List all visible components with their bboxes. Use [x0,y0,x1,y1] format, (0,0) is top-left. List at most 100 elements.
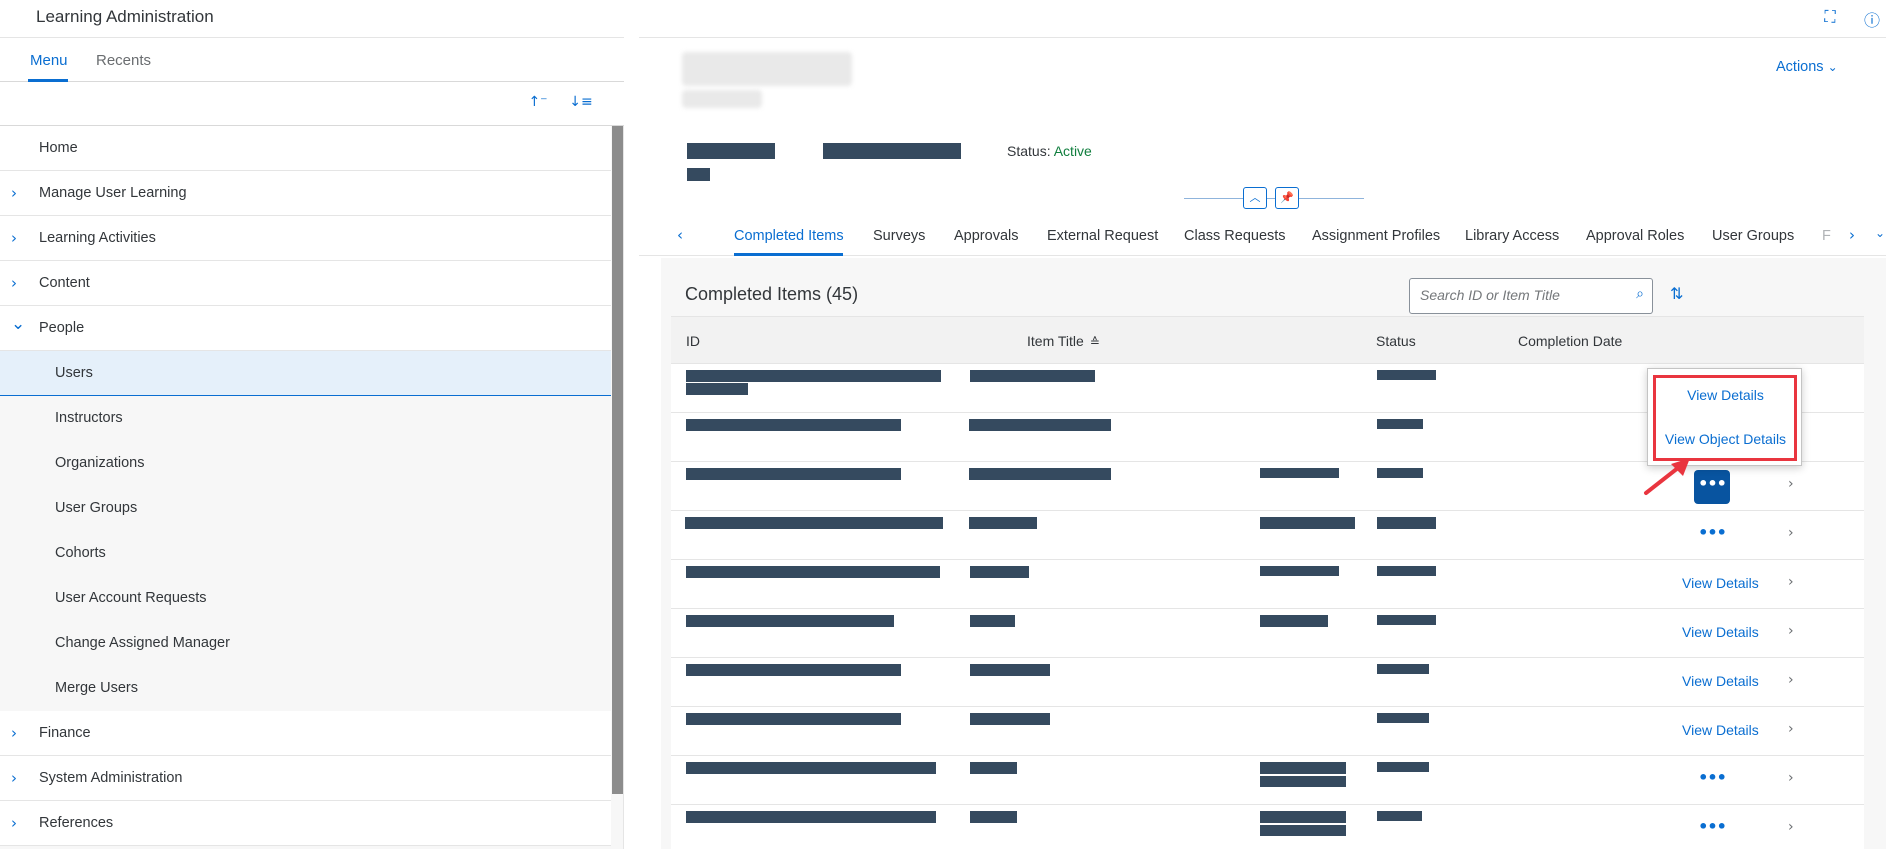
tab-f[interactable]: F [1822,228,1831,244]
tab-surveys[interactable]: Surveys [873,228,925,244]
tab-assignment-profiles[interactable]: Assignment Profiles [1312,228,1440,244]
column-header-item-title[interactable]: Item Title ≙ [1027,333,1100,349]
chevron-right-icon[interactable]: › [11,814,27,832]
redacted-cell [686,762,936,774]
tab-menu[interactable]: Menu [30,52,68,69]
pin-header-icon[interactable]: 📌 [1275,187,1299,209]
nav-item-content[interactable]: › Content [0,261,611,306]
row-actions-popover: View Details View Object Details [1647,368,1802,466]
view-details-menu-item[interactable]: View Details [1648,387,1803,403]
nav-item-label: Cohorts [55,545,106,561]
chevron-right-icon[interactable]: › [11,184,27,202]
menu-toolbar: ↑⁻ ↓≡ [0,82,624,126]
nav-item-label: Organizations [55,455,145,471]
column-header-id[interactable]: ID [686,333,700,349]
collapse-header-icon[interactable]: ︿ [1243,187,1267,209]
redacted-cell [686,468,901,480]
collapse-all-icon[interactable]: ↑⁻ [526,94,550,114]
nav-item-instructors[interactable]: Instructors [0,396,611,441]
search-field[interactable]: ⌕ [1409,278,1653,314]
tab-approval-roles[interactable]: Approval Roles [1586,228,1684,244]
nav-item-label: References [39,815,114,831]
tab-content: Completed Items (45) ⌕ ⇅ ID Item Title ≙ … [661,258,1886,849]
tab-recents[interactable]: Recents [96,52,151,69]
chevron-down-icon[interactable]: ⌄ [11,314,27,334]
tab-completed-items[interactable]: Completed Items [734,228,844,244]
more-actions-icon[interactable]: ••• [1694,764,1730,798]
redacted-cell [686,664,901,676]
nav-item-finance[interactable]: › Finance [0,711,611,756]
chevron-right-icon[interactable]: › [1788,623,1794,639]
tab-class-requests[interactable]: Class Requests [1184,228,1286,244]
search-input[interactable] [1420,287,1620,303]
actions-button[interactable]: Actions ⌄ [1776,59,1838,75]
chevron-right-icon[interactable]: › [11,769,27,787]
column-header-status[interactable]: Status [1376,333,1416,349]
chevron-right-icon[interactable]: › [11,724,27,742]
nav-item-references[interactable]: › References [0,801,611,846]
table-row[interactable]: View Details › [671,609,1864,658]
nav-item-learning-activities[interactable]: › Learning Activities [0,216,611,261]
nav-item-system-administration[interactable]: › System Administration [0,756,611,801]
table-row[interactable]: View Details › [671,560,1864,609]
table-row[interactable]: ••• › [671,756,1864,805]
tabs-overflow-icon[interactable]: ⌄ [1875,226,1885,240]
chevron-right-icon[interactable]: › [1788,476,1794,492]
view-details-link[interactable]: View Details [1682,575,1759,591]
redacted-field [823,143,961,159]
nav-item-user-account-requests[interactable]: User Account Requests [0,576,611,621]
search-icon[interactable]: ⌕ [1636,286,1644,302]
redacted-cell [686,419,901,431]
user-name-blurred [682,52,852,86]
table-row[interactable]: ••• › [671,511,1864,560]
sort-list-icon[interactable]: ↓≡ [569,94,593,114]
tab-library-access[interactable]: Library Access [1465,228,1559,244]
table-row[interactable]: View Details › [671,658,1864,707]
table-row[interactable]: View Details › [671,707,1864,756]
column-header-label: Item Title [1027,333,1084,349]
nav-item-manage-user-learning[interactable]: › Manage User Learning [0,171,611,216]
chevron-right-icon[interactable]: › [1788,770,1794,786]
redacted-cell [970,713,1050,725]
more-actions-icon[interactable]: ••• [1694,813,1730,847]
help-icon[interactable]: ⓘ [1861,7,1883,30]
nav-item-label: Merge Users [55,680,138,696]
more-actions-icon[interactable]: ••• [1694,519,1730,553]
chevron-right-icon[interactable]: › [1788,525,1794,541]
view-details-link[interactable]: View Details [1682,673,1759,689]
redacted-cell [686,383,748,395]
column-header-completion-date[interactable]: Completion Date [1518,333,1622,349]
chevron-right-icon[interactable]: › [11,274,27,292]
redacted-cell [1377,762,1429,772]
chevron-right-icon[interactable]: › [1788,721,1794,737]
view-details-link[interactable]: View Details [1682,722,1759,738]
chevron-right-icon[interactable]: › [1788,819,1794,835]
redacted-cell [1377,615,1436,625]
nav-item-merge-users[interactable]: Merge Users [0,666,611,711]
tabs-scroll-right-icon[interactable]: › [1849,226,1855,244]
redacted-cell [970,664,1050,676]
view-details-link[interactable]: View Details [1682,624,1759,640]
redacted-cell [1377,566,1436,576]
tabs-scroll-left-icon[interactable]: ‹ [677,226,683,244]
nav-item-organizations[interactable]: Organizations [0,441,611,486]
nav-item-users[interactable]: Users [0,351,611,396]
nav-item-cohorts[interactable]: Cohorts [0,531,611,576]
nav-item-user-groups[interactable]: User Groups [0,486,611,531]
menu-scrollbar[interactable] [612,126,623,794]
view-object-details-menu-item[interactable]: View Object Details [1648,431,1803,447]
chevron-right-icon[interactable]: › [1788,574,1794,590]
chevron-right-icon[interactable]: › [1788,672,1794,688]
chevron-right-icon[interactable]: › [11,229,27,247]
nav-item-change-assigned-manager[interactable]: Change Assigned Manager [0,621,611,666]
tab-external-request[interactable]: External Request [1047,228,1158,244]
tab-approvals[interactable]: Approvals [954,228,1018,244]
fullscreen-icon[interactable]: ⛶ [1819,7,1841,29]
nav-item-people[interactable]: ⌄ People [0,306,611,351]
table-row[interactable]: ••• › [671,805,1864,849]
navigation-panel: Learning Administration Menu Recents ↑⁻ … [0,0,624,849]
sort-icon[interactable]: ⇅ [1670,284,1683,303]
redacted-cell [969,419,1111,431]
tab-user-groups[interactable]: User Groups [1712,228,1794,244]
nav-item-home[interactable]: Home [0,126,611,171]
